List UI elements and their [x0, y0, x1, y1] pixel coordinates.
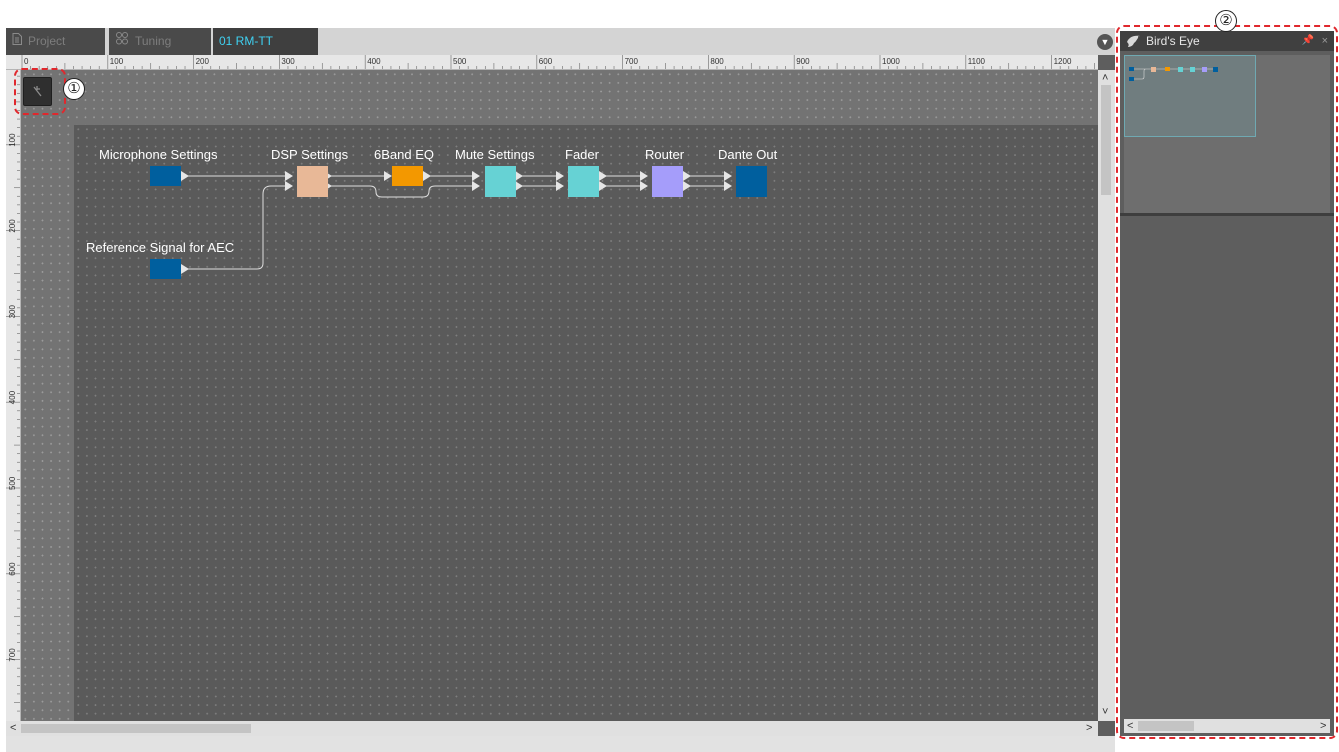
vertical-scroll-thumb[interactable] — [1101, 85, 1111, 195]
block-router[interactable] — [652, 166, 683, 197]
wire-layer — [181, 171, 732, 274]
port-mute-out[interactable] — [515, 171, 523, 191]
status-bar — [6, 736, 1115, 752]
block-6band-eq[interactable] — [392, 166, 423, 186]
tab-project[interactable]: Project — [6, 28, 105, 55]
port-mic-out[interactable] — [181, 171, 189, 181]
block-mute-settings[interactable] — [485, 166, 516, 197]
tab-sheet-label: 01 RM-TT — [219, 34, 273, 48]
tab-bar: Project Tuning 01 RM-TT ▼ — [6, 28, 1115, 55]
ruler-top-label: 900 — [796, 57, 810, 66]
port-eq-in[interactable] — [384, 171, 392, 181]
wire-ref-dsp[interactable] — [185, 185, 285, 270]
tab-sheet-01[interactable]: 01 RM-TT — [213, 28, 318, 55]
ruler-top-label: 1000 — [882, 57, 900, 66]
port-mute-in[interactable] — [472, 171, 480, 191]
port-dsp-in[interactable] — [285, 171, 293, 191]
label-dante-out: Dante Out — [718, 147, 778, 162]
port-ref-out[interactable] — [181, 264, 189, 274]
label-fader: Fader — [565, 147, 599, 162]
label-mute-settings: Mute Settings — [455, 147, 535, 162]
port-eq-out[interactable] — [423, 171, 431, 181]
horizontal-scrollbar[interactable]: < > — [6, 721, 1098, 736]
tab-project-label: Project — [28, 34, 66, 48]
label-microphone-settings: Microphone Settings — [99, 147, 218, 162]
block-dsp-settings[interactable] — [297, 166, 328, 197]
ruler-left-label: 400 — [8, 390, 17, 404]
ruler-left-label: 600 — [8, 562, 17, 576]
block-reference-signal[interactable] — [150, 259, 181, 279]
vertical-scrollbar[interactable]: ˄ ˅ — [1098, 70, 1115, 721]
ruler-top-label: 700 — [625, 57, 639, 66]
label-reference-signal: Reference Signal for AEC — [86, 240, 235, 255]
ruler-left-label: 500 — [8, 476, 17, 490]
horizontal-ruler-ticks: 0 100 200 300 400 500 600 700 800 900 1000 1100 1200 — [21, 55, 1095, 69]
ruler-top-label: 400 — [367, 57, 381, 66]
app-window: Project Tuning 01 RM-TT ▼ 0 100 200 300 400 5… — [0, 0, 1339, 752]
sliders-icon — [115, 28, 129, 55]
callout-1-number: ① — [63, 78, 85, 100]
tab-list-dropdown-icon[interactable]: ▼ — [1097, 34, 1113, 50]
scroll-left-icon[interactable]: < — [10, 722, 16, 734]
port-fader-out[interactable] — [599, 171, 607, 191]
horizontal-scroll-thumb[interactable] — [21, 724, 251, 733]
ruler-left-label: 100 — [8, 133, 17, 147]
tab-tuning-label: Tuning — [135, 34, 172, 48]
ruler-top-label: 100 — [110, 57, 124, 66]
vertical-ruler-ticks: 100 200 300 400 500 600 700 — [6, 75, 20, 712]
ruler-top-label: 1100 — [968, 57, 986, 66]
callout-1-outline — [14, 68, 66, 115]
callout-2-outline — [1116, 25, 1338, 739]
sheet-editor: Project Tuning 01 RM-TT ▼ 0 100 200 300 400 5… — [6, 28, 1115, 736]
block-microphone-settings[interactable] — [150, 166, 181, 186]
ruler-top-label: 0 — [24, 57, 29, 66]
label-router: Router — [645, 147, 685, 162]
vertical-ruler: 100 200 300 400 500 600 700 — [6, 70, 21, 721]
tab-tuning[interactable]: Tuning — [109, 28, 211, 55]
ruler-top-label: 300 — [281, 57, 295, 66]
ruler-top-label: 600 — [539, 57, 553, 66]
port-fader-in[interactable] — [556, 171, 564, 191]
block-dante-out[interactable] — [736, 166, 767, 197]
ruler-left-label: 700 — [8, 648, 17, 662]
port-router-out[interactable] — [683, 171, 691, 191]
ruler-top-label: 1200 — [1054, 57, 1072, 66]
ruler-left-label: 300 — [8, 305, 17, 319]
ruler-top-label: 800 — [710, 57, 724, 66]
document-icon — [12, 28, 22, 55]
block-fader[interactable] — [568, 166, 599, 197]
ruler-top-label: 500 — [453, 57, 467, 66]
port-dante-in[interactable] — [724, 171, 732, 191]
label-6band-eq: 6Band EQ — [374, 147, 434, 162]
scroll-up-icon[interactable]: ˄ — [1102, 72, 1108, 84]
label-dsp-settings: DSP Settings — [271, 147, 349, 162]
scroll-down-icon[interactable]: ˅ — [1102, 706, 1108, 718]
horizontal-ruler: 0 100 200 300 400 500 600 700 800 900 1000 1100 1200 — [6, 55, 1098, 70]
callout-2-number: ② — [1215, 10, 1237, 32]
design-canvas[interactable]: Microphone Settings Reference Signal for… — [21, 70, 1098, 721]
wire-dsp-mute-2[interactable] — [329, 185, 472, 198]
port-router-in[interactable] — [640, 171, 648, 191]
ruler-left-label: 200 — [8, 219, 17, 233]
scroll-right-icon[interactable]: > — [1086, 722, 1092, 734]
ruler-top-label: 200 — [196, 57, 210, 66]
